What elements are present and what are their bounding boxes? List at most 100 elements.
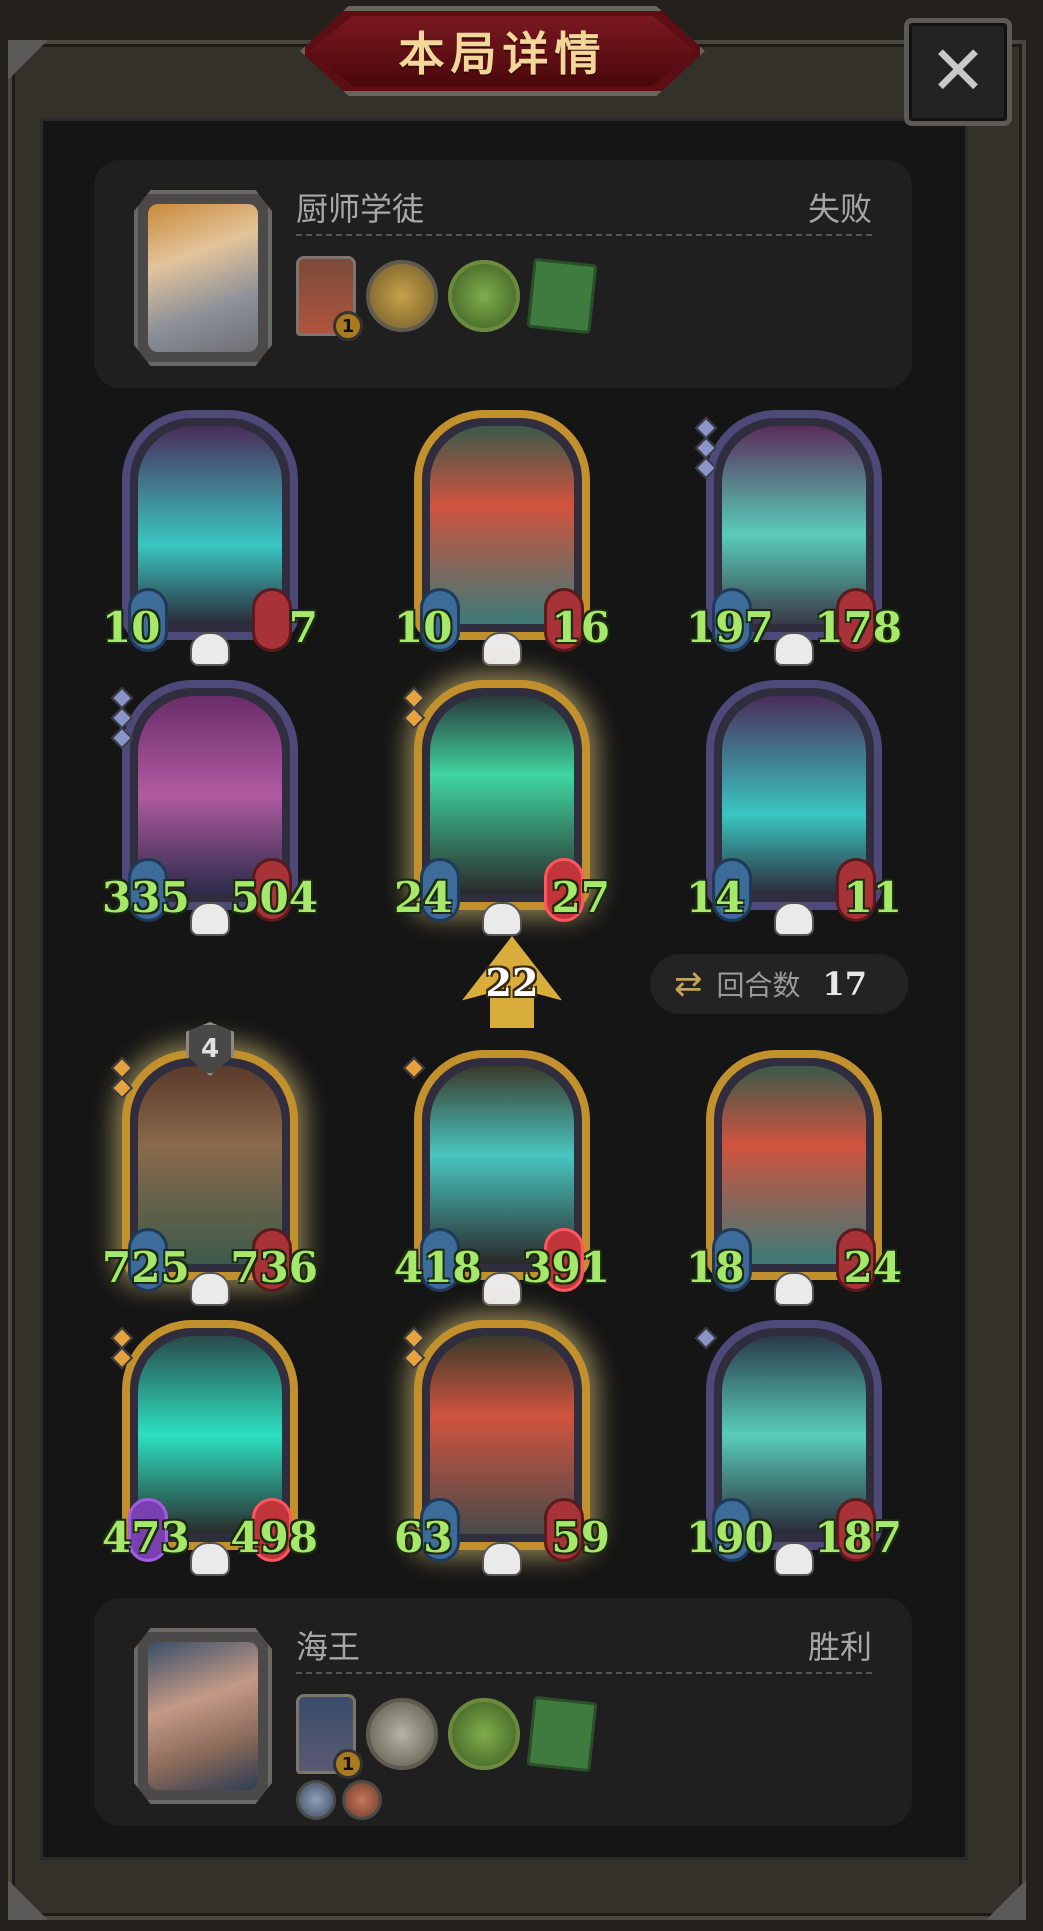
hero-portrait-art [148, 1642, 258, 1790]
bowl-buff-icon[interactable] [342, 1780, 382, 1820]
player-panel-opponent: 厨师学徒 失败 1 [94, 160, 912, 388]
unit-attack: 63 [394, 1513, 453, 1562]
unit-card-ghost-slime[interactable]: 14 11 [686, 680, 902, 936]
unit-attack: 18 [686, 1243, 745, 1292]
unit-card-siren[interactable]: 10 16 [394, 410, 610, 666]
tier-diamond-icon [110, 1346, 134, 1370]
unit-health: 187 [814, 1513, 902, 1562]
relic-wizard-icon[interactable] [448, 1698, 520, 1770]
unit-attack: 10 [394, 603, 453, 652]
hero-power-card[interactable]: 1 [296, 1694, 363, 1779]
unit-attack: 335 [102, 873, 190, 922]
health-icon [252, 588, 292, 652]
unit-health: 24 [843, 1243, 902, 1292]
relic-vase-icon[interactable] [366, 1698, 438, 1770]
unit-card-ghost-slime[interactable]: 10 7 [102, 410, 318, 666]
hero-power-card[interactable]: 1 [296, 256, 363, 341]
hero-portrait-art [148, 204, 258, 352]
unit-card-phantom-noble[interactable]: 24 27 [394, 680, 610, 936]
tier-pips [402, 1056, 426, 1080]
hero-level-badge: 1 [333, 311, 363, 341]
hero-portrait[interactable] [134, 1628, 272, 1804]
unit-health: 7 [288, 603, 318, 652]
skull-icon [190, 632, 230, 666]
player-panel-self: 海王 胜利 1 [94, 1598, 912, 1826]
tier-pips [402, 686, 426, 730]
round-counter: ⇄ 回合数 17 [650, 954, 908, 1014]
skull-icon [190, 902, 230, 936]
skull-icon [482, 902, 522, 936]
skull-icon [774, 632, 814, 666]
unit-attack: 14 [686, 873, 745, 922]
unit-attack: 24 [394, 873, 453, 922]
equipment-row: 1 [296, 1694, 598, 1779]
unit-health: 391 [522, 1243, 610, 1292]
close-icon: ✕ [929, 32, 987, 111]
player-result: 胜利 [807, 1628, 872, 1666]
skull-icon [774, 1272, 814, 1306]
skull-icon [482, 1542, 522, 1576]
tier-diamond-icon [402, 706, 426, 730]
unit-health: 59 [551, 1513, 610, 1562]
round-label: 回合数 [716, 969, 801, 1002]
unit-card-brute-warrior[interactable]: 725 736 4 [102, 1022, 318, 1306]
board-level: 22 [485, 960, 539, 1005]
divider [296, 1672, 872, 1674]
unit-card-masked-dancer[interactable]: 335 504 [102, 680, 318, 936]
spellbook-icon[interactable] [526, 1695, 598, 1773]
divider [296, 234, 872, 236]
unit-card-ghost-butcher[interactable]: 197 178 [686, 410, 902, 666]
unit-card-lobster-chef[interactable]: 63 59 [394, 1320, 610, 1576]
tier-diamond-icon [402, 1346, 426, 1370]
unit-attack: 10 [102, 603, 161, 652]
close-button[interactable]: ✕ [904, 18, 1012, 126]
unit-attack: 197 [686, 603, 774, 652]
unit-health: 16 [551, 603, 610, 652]
unit-health: 178 [814, 603, 902, 652]
tier-diamond-icon [402, 1056, 426, 1080]
unit-health: 11 [843, 873, 902, 922]
tier-diamond-icon [110, 726, 134, 750]
skull-icon [190, 1542, 230, 1576]
unit-card-ghost-king[interactable]: 473 498 [102, 1320, 318, 1576]
player-name: 海王 [296, 1628, 361, 1666]
round-value: 17 [822, 965, 868, 1003]
unit-attack: 725 [102, 1243, 190, 1292]
unit-card-siren[interactable]: 18 24 [686, 1050, 902, 1306]
unit-health: 736 [230, 1243, 318, 1292]
page-title: 本局详情 [398, 27, 607, 81]
player-result: 失败 [807, 190, 872, 228]
equipment-row: 1 [296, 256, 598, 341]
unit-card-ghost-maiden[interactable]: 190 187 [686, 1320, 902, 1576]
tier-diamond-icon [694, 456, 718, 480]
skull-icon [774, 902, 814, 936]
unit-attack: 418 [394, 1243, 482, 1292]
unit-attack: 473 [102, 1513, 190, 1562]
skull-icon [482, 1272, 522, 1306]
unit-health: 498 [230, 1513, 318, 1562]
tier-diamond-icon [694, 1326, 718, 1350]
unit-health: 504 [230, 873, 318, 922]
sword-buff-icon[interactable] [296, 1780, 336, 1820]
unit-attack: 190 [686, 1513, 774, 1562]
tier-pips [110, 686, 134, 750]
skull-icon [190, 1272, 230, 1306]
skull-icon [774, 1542, 814, 1576]
hero-level-badge: 1 [333, 1749, 363, 1779]
title-banner: 本局详情 [310, 16, 695, 86]
skull-icon [482, 632, 522, 666]
tier-pips [694, 1326, 718, 1350]
tier-pips [694, 416, 718, 480]
unit-health: 27 [551, 873, 610, 922]
tier-pips [110, 1326, 134, 1370]
tier-pips [110, 1056, 134, 1100]
tier-pips [402, 1326, 426, 1370]
tier-diamond-icon [110, 1076, 134, 1100]
player-name: 厨师学徒 [296, 190, 425, 228]
repeat-icon: ⇄ [674, 964, 703, 1004]
unit-card-bell-sorcerer[interactable]: 418 391 [394, 1050, 610, 1306]
hero-portrait[interactable] [134, 190, 272, 366]
spellbook-icon[interactable] [526, 257, 598, 335]
relic-wizard-icon[interactable] [448, 260, 520, 332]
relic-hammer-icon[interactable] [366, 260, 438, 332]
